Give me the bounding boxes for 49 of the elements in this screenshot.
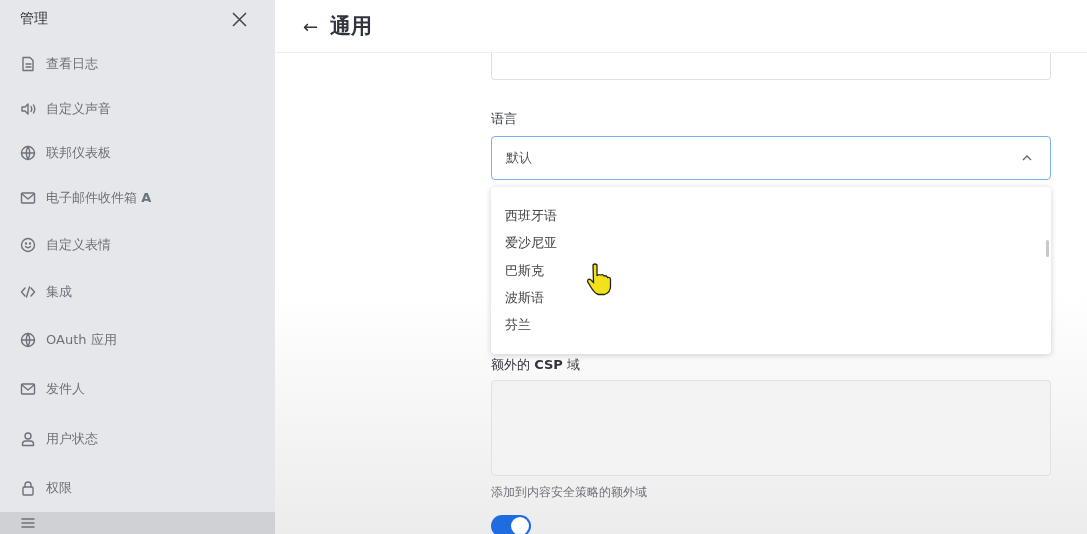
sidebar-item-label: 发件人 <box>46 380 85 398</box>
sidebar-item[interactable]: 查看日志 <box>0 40 275 87</box>
dropdown-option[interactable]: 巴斯克 <box>505 259 1037 282</box>
page-title: 通用 <box>330 13 373 40</box>
globe-icon <box>20 145 36 161</box>
sidebar-item-label: 集成 <box>46 283 72 301</box>
field-label: 语言 <box>491 110 518 128</box>
dropdown-option[interactable]: 波斯语 <box>505 287 1037 309</box>
chevron-icon <box>1022 155 1032 161</box>
input-field[interactable] <box>491 53 1051 80</box>
sidebar-item[interactable] <box>0 512 275 534</box>
back-button[interactable]: ← <box>303 15 319 37</box>
sidebar-item-label: 自定义表情 <box>46 235 111 254</box>
sidebar-item-label: OAuth 应用 <box>46 331 117 349</box>
toggle-switch[interactable] <box>491 515 531 534</box>
lock-icon <box>20 480 36 496</box>
user-icon <box>20 431 36 447</box>
sidebar-item-label: 电子邮件收件箱 A <box>46 189 152 207</box>
dropdown-option[interactable]: 芬兰 <box>505 314 1037 337</box>
sidebar-title: 管理 <box>20 10 48 28</box>
smiley-icon <box>20 236 36 253</box>
code-icon <box>20 284 36 300</box>
sidebar-item-label: 查看日志 <box>46 54 98 73</box>
sidebar-item-label: 联邦仪表板 <box>46 144 111 162</box>
speaker-icon <box>20 101 36 117</box>
globe-icon <box>20 332 36 348</box>
sidebar-item[interactable]: 联邦仪表板 <box>0 131 275 175</box>
sidebar-item[interactable]: 用户状态 <box>0 414 275 464</box>
dropdown-option[interactable]: 爱沙尼亚 <box>505 232 1037 254</box>
mail-icon <box>20 381 36 397</box>
sidebar-item-label: 自定义声音 <box>46 100 111 118</box>
file-icon <box>20 55 36 72</box>
sidebar-item[interactable]: 电子邮件收件箱 A <box>0 175 275 221</box>
help-text: 添加到内容安全策略的额外域 <box>491 484 648 501</box>
mail-icon <box>20 190 36 206</box>
text-area[interactable] <box>491 380 1051 476</box>
sidebar-item[interactable]: 自定义表情 <box>0 221 275 268</box>
sidebar-item[interactable]: 集成 <box>0 268 275 316</box>
language-select[interactable]: 默认 <box>491 136 1051 180</box>
sidebar-item[interactable]: 发件人 <box>0 364 275 414</box>
sidebar-item-label: 权限 <box>46 479 72 497</box>
sidebar-item-label: 用户状态 <box>46 430 98 448</box>
close-button[interactable] <box>232 11 247 27</box>
sidebar-item[interactable]: 自定义声音 <box>0 87 275 131</box>
sidebar-item[interactable]: 权限 <box>0 464 275 512</box>
sidebar-item[interactable]: OAuth 应用 <box>0 316 275 364</box>
field-label: 额外的 CSP 域 <box>491 356 581 374</box>
dropdown-option[interactable]: 西班牙语 <box>505 205 1037 227</box>
scrollbar-thumb[interactable] <box>1046 240 1049 257</box>
